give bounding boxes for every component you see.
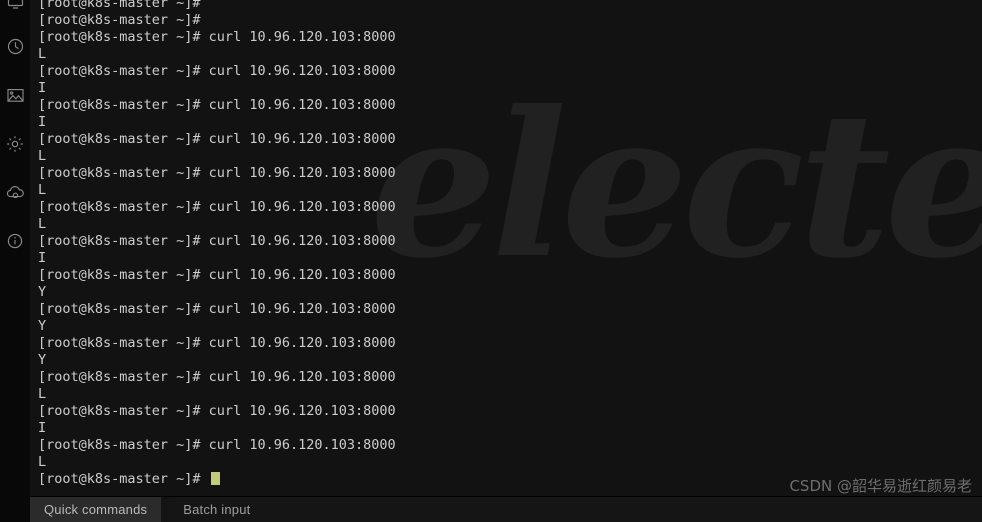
terminal-prompt-line: [root@k8s-master ~]# curl 10.96.120.103:… xyxy=(38,97,396,113)
sidebar-item-settings[interactable] xyxy=(0,129,30,159)
terminal-output-line: I xyxy=(38,114,47,130)
info-icon xyxy=(7,233,23,249)
image-icon xyxy=(6,88,24,103)
sidebar-item-theme[interactable] xyxy=(0,80,30,110)
bottom-tab-bar: Quick commands Batch input xyxy=(30,496,982,522)
sidebar-item-history[interactable] xyxy=(0,31,30,61)
terminal-prompt-line: [root@k8s-master ~]# curl 10.96.120.103:… xyxy=(38,29,396,45)
terminal-output[interactable]: [root@k8s-master ~]# [root@k8s-master ~]#… xyxy=(30,0,982,496)
terminal-output-line: L xyxy=(38,182,47,198)
terminal-prompt-line: [root@k8s-master ~]# curl 10.96.120.103:… xyxy=(38,267,396,283)
sidebar-item-monitor[interactable] xyxy=(0,0,30,16)
terminal-prompt-line: [root@k8s-master ~]# xyxy=(38,0,201,11)
terminal-prompt-line: [root@k8s-master ~]# curl 10.96.120.103:… xyxy=(38,165,396,181)
tab-quick-commands[interactable]: Quick commands xyxy=(30,497,162,522)
terminal-prompt-line: [root@k8s-master ~]# curl 10.96.120.103:… xyxy=(38,437,396,453)
terminal-prompt-line: [root@k8s-master ~]# curl 10.96.120.103:… xyxy=(38,369,396,385)
terminal-output-line: L xyxy=(38,216,47,232)
terminal-prompt-line: [root@k8s-master ~]# curl 10.96.120.103:… xyxy=(38,131,396,147)
terminal-output-line: I xyxy=(38,420,47,436)
terminal-cursor xyxy=(210,472,220,485)
cloud-icon xyxy=(6,185,25,200)
sidebar-item-about[interactable] xyxy=(0,226,30,256)
electerm-window: electerm [root@k8s-master ~]#[root@k8s-m… xyxy=(0,0,982,522)
terminal-output-line: L xyxy=(38,46,47,62)
terminal-prompt-line: [root@k8s-master ~]# curl 10.96.120.103:… xyxy=(38,233,396,249)
terminal-output-line: Y xyxy=(38,352,47,368)
terminal-prompt-line: [root@k8s-master ~]# curl 10.96.120.103:… xyxy=(38,403,396,419)
terminal-prompt-line: [root@k8s-master ~]# xyxy=(38,12,201,28)
terminal-output-line: Y xyxy=(38,284,47,300)
terminal-output-line: I xyxy=(38,80,47,96)
gear-icon xyxy=(6,135,24,153)
terminal-prompt-line: [root@k8s-master ~]# curl 10.96.120.103:… xyxy=(38,301,396,317)
terminal-prompt-line: [root@k8s-master ~]# curl 10.96.120.103:… xyxy=(38,335,396,351)
terminal-output-line: L xyxy=(38,454,47,470)
terminal-prompt-line: [root@k8s-master ~]# xyxy=(38,471,982,488)
terminal-output-line: L xyxy=(38,148,47,164)
terminal-output-line: I xyxy=(38,250,47,266)
terminal-output-line: L xyxy=(38,386,47,402)
tab-batch-input[interactable]: Batch input xyxy=(169,497,982,522)
terminal-prompt-line: [root@k8s-master ~]# curl 10.96.120.103:… xyxy=(38,199,396,215)
sidebar-item-sync[interactable] xyxy=(0,177,30,207)
terminal-pane[interactable]: electerm [root@k8s-master ~]#[root@k8s-m… xyxy=(30,0,982,496)
clock-icon xyxy=(7,38,24,55)
terminal-prompt-line: [root@k8s-master ~]# curl 10.96.120.103:… xyxy=(38,63,396,79)
terminal-output-line: Y xyxy=(38,318,47,334)
sidebar-icon-rail xyxy=(0,0,30,522)
monitor-icon xyxy=(7,0,24,10)
